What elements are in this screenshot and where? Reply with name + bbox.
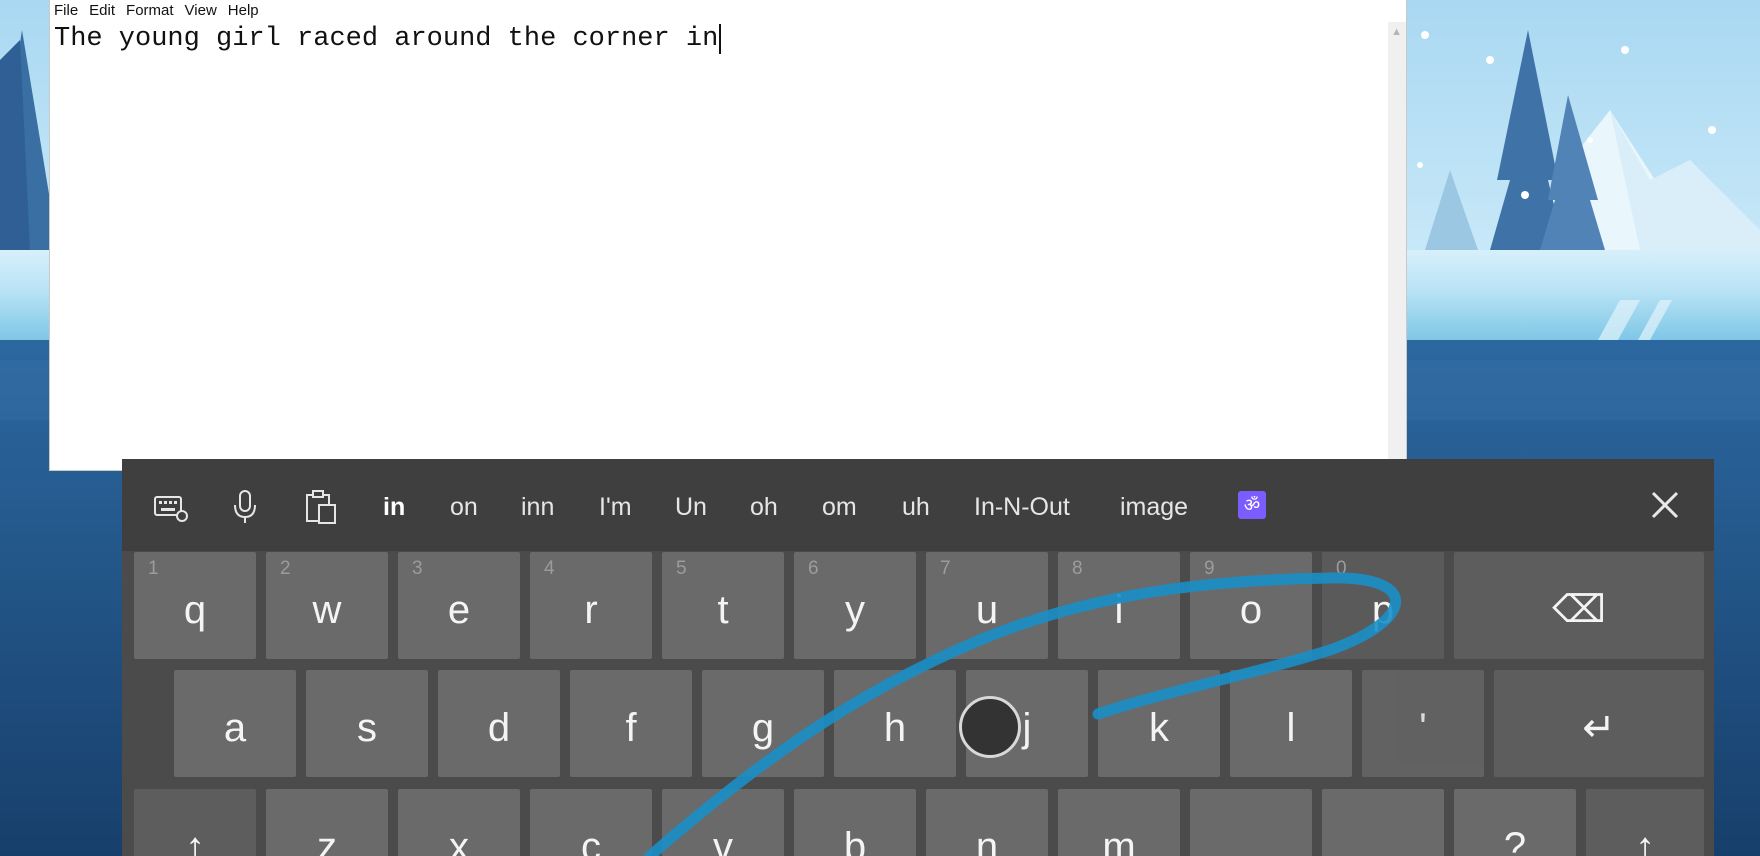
key-t[interactable]: 5t	[662, 552, 784, 659]
key-v[interactable]: v	[662, 789, 784, 856]
menu-view[interactable]: View	[179, 0, 222, 22]
key-o[interactable]: 9o	[1190, 552, 1312, 659]
enter-icon: ↵	[1582, 706, 1616, 750]
key-question[interactable]: ?	[1454, 789, 1576, 856]
backspace-key[interactable]: ⌫	[1454, 552, 1704, 659]
key-p[interactable]: 0p	[1322, 552, 1444, 659]
key-h[interactable]: h	[834, 670, 956, 777]
vertical-scrollbar[interactable]	[1388, 22, 1406, 470]
key-g[interactable]: g	[702, 670, 824, 777]
key-e[interactable]: 3e	[398, 552, 520, 659]
key-i[interactable]: 8i	[1058, 552, 1180, 659]
suggestion-7[interactable]: om	[822, 492, 857, 522]
shift-key-left[interactable]: ↑	[134, 789, 256, 856]
text-editor[interactable]: The young girl raced around the corner i…	[54, 24, 1374, 464]
scroll-up-icon[interactable]: ▲	[1391, 26, 1402, 38]
menu-edit[interactable]: Edit	[83, 0, 120, 22]
key-f[interactable]: f	[570, 670, 692, 777]
close-icon[interactable]	[1645, 485, 1685, 525]
suggestion-8[interactable]: uh	[902, 492, 930, 522]
key-n[interactable]: n	[926, 789, 1048, 856]
key-blank-2[interactable]	[1322, 789, 1444, 856]
touch-keyboard: in on inn I'm Un oh om uh In-N-Out image…	[122, 459, 1714, 856]
key-m[interactable]: m	[1058, 789, 1180, 856]
shift-key-right[interactable]: ↑	[1586, 789, 1704, 856]
key-a[interactable]: a	[174, 670, 296, 777]
menu-bar: File Edit Format View Help	[50, 0, 1406, 22]
suggestion-6[interactable]: oh	[750, 492, 778, 522]
key-l[interactable]: l	[1230, 670, 1352, 777]
enter-key[interactable]: ↵	[1494, 670, 1704, 777]
key-apostrophe[interactable]: '	[1362, 670, 1484, 777]
menu-file[interactable]: File	[50, 0, 83, 22]
menu-format[interactable]: Format	[120, 0, 179, 22]
editor-text: The young girl raced around the corner i…	[54, 24, 719, 54]
key-c[interactable]: c	[530, 789, 652, 856]
shift-icon: ↑	[1635, 825, 1655, 856]
suggestion-2[interactable]: on	[450, 492, 478, 522]
suggestion-5[interactable]: Un	[675, 492, 707, 522]
key-blank-1[interactable]	[1190, 789, 1312, 856]
microphone-icon[interactable]	[228, 489, 264, 525]
text-caret	[719, 24, 722, 54]
suggestion-1[interactable]: in	[383, 492, 405, 522]
key-y[interactable]: 6y	[794, 552, 916, 659]
key-q[interactable]: 1q	[134, 552, 256, 659]
keyboard-settings-icon[interactable]	[153, 489, 189, 525]
key-k[interactable]: k	[1098, 670, 1220, 777]
key-z[interactable]: z	[266, 789, 388, 856]
key-w[interactable]: 2w	[266, 552, 388, 659]
key-b[interactable]: b	[794, 789, 916, 856]
notepad-window: File Edit Format View Help The young gir…	[50, 0, 1406, 470]
suggestion-3[interactable]: inn	[521, 492, 554, 522]
key-s[interactable]: s	[306, 670, 428, 777]
menu-help[interactable]: Help	[222, 0, 264, 22]
key-u[interactable]: 7u	[926, 552, 1048, 659]
touch-point	[959, 696, 1021, 758]
backspace-icon: ⌫	[1552, 589, 1606, 631]
key-r[interactable]: 4r	[530, 552, 652, 659]
emoji-suggestion-icon[interactable]: ॐ	[1238, 491, 1266, 519]
clipboard-icon[interactable]	[303, 489, 339, 525]
suggestion-10[interactable]: image	[1120, 492, 1188, 522]
suggestion-4[interactable]: I'm	[599, 492, 632, 522]
key-x[interactable]: x	[398, 789, 520, 856]
shift-icon: ↑	[185, 825, 205, 856]
key-d[interactable]: d	[438, 670, 560, 777]
suggestion-9[interactable]: In-N-Out	[974, 492, 1070, 522]
